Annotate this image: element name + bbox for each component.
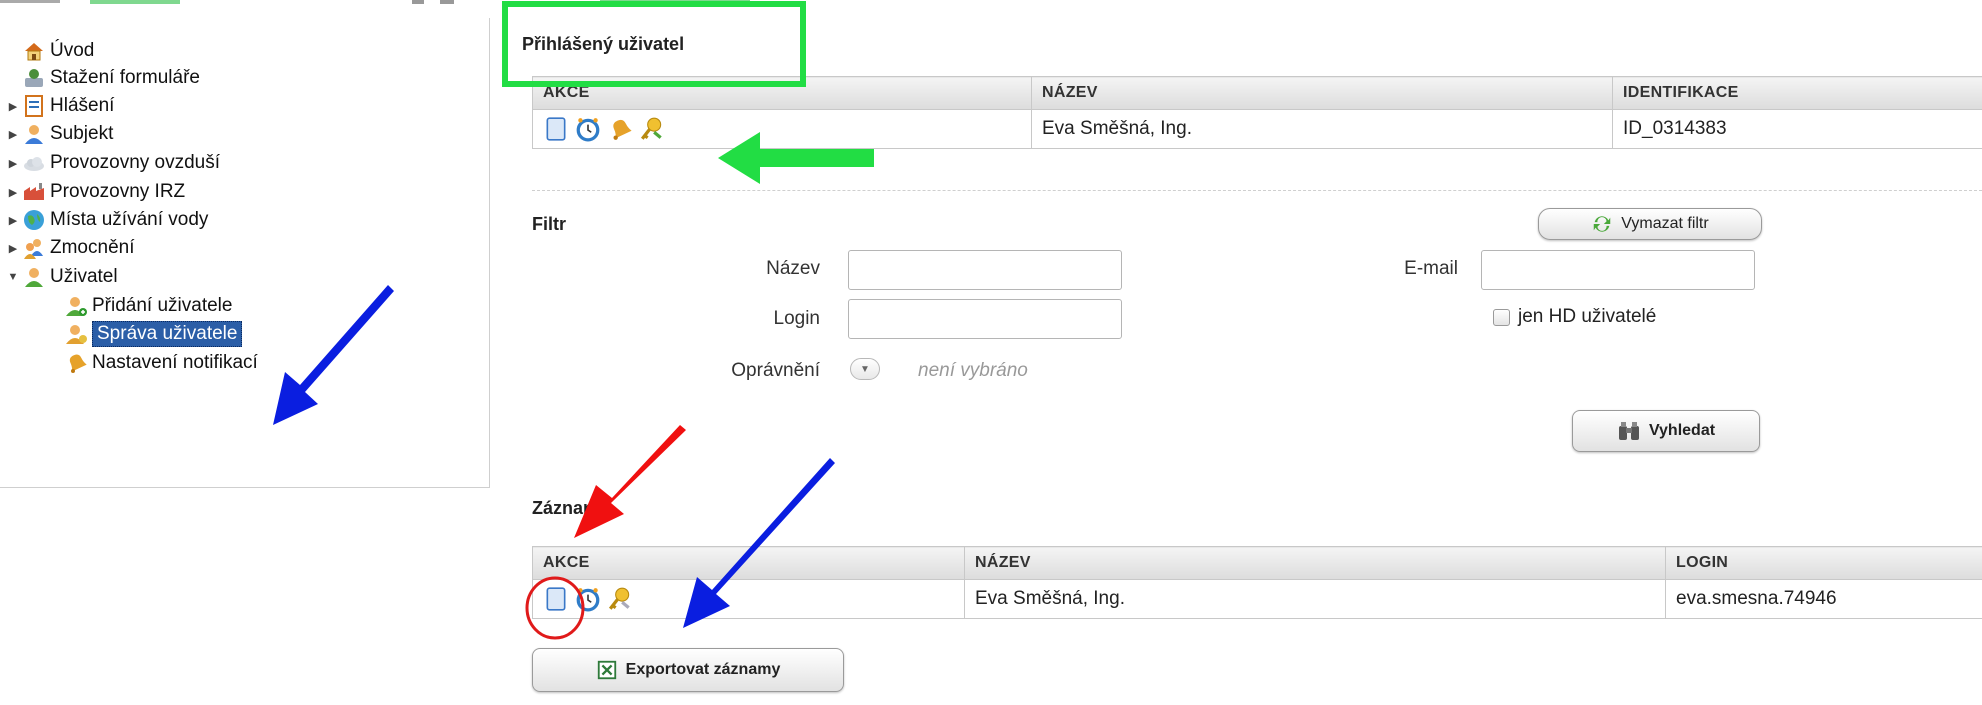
table-row: Eva Směšná, Ing. ID_0314383 — [532, 109, 1982, 149]
export-records-button[interactable]: Exportovat záznamy — [532, 648, 844, 692]
clear-filter-label: Vymazat filtr — [1621, 215, 1709, 232]
sidebar-item-label: Přidání uživatele — [92, 295, 233, 316]
search-button[interactable]: Vyhledat — [1572, 410, 1760, 452]
email-label: E-mail — [1404, 258, 1458, 279]
sidebar-item-label: Úvod — [50, 40, 95, 61]
clock-icon[interactable] — [575, 586, 601, 612]
home-icon — [22, 39, 46, 63]
table-row: Eva Směšná, Ing. eva.smesna.74946 — [532, 579, 1982, 619]
sidebar-item-subjekt[interactable]: ▶ Subjekt — [6, 118, 113, 150]
red-arrow — [574, 425, 686, 538]
expand-icon[interactable]: ▶ — [6, 157, 20, 170]
sidebar-item-label: Místa užívání vody — [50, 209, 209, 230]
globe-icon — [22, 208, 46, 232]
divider — [532, 190, 1982, 191]
permission-label: Oprávnění — [731, 360, 820, 381]
sidebar-item-sprava-uzivatele[interactable]: Správa uživatele — [64, 318, 243, 350]
column-header-akce[interactable]: AKCE — [532, 546, 965, 580]
sidebar-item-zmocneni[interactable]: ▶ Zmocnění — [6, 232, 134, 264]
document-icon[interactable] — [543, 586, 569, 612]
column-header-nazev[interactable]: NÁZEV — [1031, 76, 1613, 110]
sidebar-item-uzivatel[interactable]: ▼ Uživatel — [6, 261, 118, 293]
expand-icon[interactable]: ▶ — [6, 242, 20, 255]
clock-icon[interactable] — [575, 116, 601, 142]
expand-icon[interactable]: ▶ — [6, 128, 20, 141]
email-input[interactable] — [1481, 250, 1755, 290]
name-input[interactable] — [848, 250, 1122, 290]
sidebar-item-label: Hlášení — [50, 95, 115, 116]
records-table: AKCE NÁZEV LOGIN Eva Směšná, Ing. eva.sm… — [532, 546, 1982, 619]
subject-icon — [22, 122, 46, 146]
search-label: Vyhledat — [1648, 422, 1716, 439]
row-identification: ID_0314383 — [1612, 109, 1982, 149]
users-icon — [22, 236, 46, 260]
key-icon[interactable] — [607, 586, 633, 612]
row-name: Eva Směšná, Ing. — [1031, 109, 1613, 149]
report-icon — [22, 94, 46, 118]
sidebar-item-nastaveni-notifikaci[interactable]: Nastavení notifikací — [64, 347, 258, 379]
permission-value: není vybráno — [918, 360, 1028, 381]
records-title: Záznamy — [532, 498, 610, 518]
row-name: Eva Směšná, Ing. — [964, 579, 1666, 619]
sidebar-item-label: Uživatel — [50, 266, 118, 287]
download-form-icon — [22, 66, 46, 90]
permission-dropdown-button[interactable]: ▼ — [850, 358, 880, 380]
row-actions — [532, 109, 1032, 149]
export-records-label: Exportovat záznamy — [625, 661, 781, 678]
table-header-row: AKCE NÁZEV LOGIN — [532, 546, 1982, 580]
table-header-row: AKCE NÁZEV IDENTIFIKACE — [532, 76, 1982, 110]
name-label: Název — [766, 258, 820, 279]
collapse-icon[interactable]: ▼ — [6, 271, 20, 283]
expand-icon[interactable]: ▶ — [6, 186, 20, 199]
document-icon[interactable] — [543, 116, 569, 142]
sidebar-item-label: Subjekt — [50, 123, 114, 144]
user-icon — [22, 265, 46, 289]
refresh-icon — [1591, 213, 1613, 235]
row-actions — [532, 579, 965, 619]
logged-user-table: AKCE NÁZEV IDENTIFIKACE Eva Směšná, Ing.… — [532, 76, 1982, 149]
sidebar-item-label: Správa uživatele — [92, 321, 243, 347]
login-input[interactable] — [848, 299, 1122, 339]
bell-icon[interactable] — [607, 116, 633, 142]
logged-user-title: Přihlášený uživatel — [522, 34, 685, 54]
row-login: eva.smesna.74946 — [1665, 579, 1982, 619]
binoculars-icon — [1617, 420, 1641, 442]
chevron-down-icon: ▼ — [860, 363, 870, 375]
sidebar-item-provozovny-ovzdusi[interactable]: ▶ Provozovny ovzduší — [6, 147, 220, 179]
login-label: Login — [773, 308, 821, 329]
expand-icon[interactable]: ▶ — [6, 214, 20, 227]
filter-title: Filtr — [532, 214, 566, 234]
sidebar-item-label: Stažení formuláře — [50, 67, 200, 88]
hd-users-checkbox-row[interactable]: jen HD uživatelé — [1493, 306, 1656, 328]
factory-icon — [22, 180, 46, 204]
key-icon[interactable] — [639, 116, 665, 142]
column-header-nazev[interactable]: NÁZEV — [964, 546, 1666, 580]
sidebar-item-label: Provozovny ovzduší — [50, 152, 221, 173]
manage-user-icon — [64, 322, 88, 346]
add-user-icon — [64, 294, 88, 318]
bell-icon — [64, 351, 88, 375]
expand-icon[interactable]: ▶ — [6, 100, 20, 113]
column-header-akce[interactable]: AKCE — [532, 76, 1032, 110]
sidebar-header-strip — [0, 0, 750, 4]
column-header-identifikace[interactable]: IDENTIFIKACE — [1612, 76, 1982, 110]
hd-users-checkbox[interactable] — [1493, 308, 1510, 326]
sidebar-item-label: Provozovny IRZ — [50, 181, 186, 202]
sidebar-item-label: Zmocnění — [50, 237, 135, 258]
excel-icon — [596, 659, 618, 681]
clear-filter-button[interactable]: Vymazat filtr — [1538, 208, 1762, 240]
sidebar-item-label: Nastavení notifikací — [92, 352, 258, 373]
hd-users-label: jen HD uživatelé — [1518, 306, 1657, 327]
column-header-login[interactable]: LOGIN — [1665, 546, 1982, 580]
cloud-icon — [22, 151, 46, 175]
